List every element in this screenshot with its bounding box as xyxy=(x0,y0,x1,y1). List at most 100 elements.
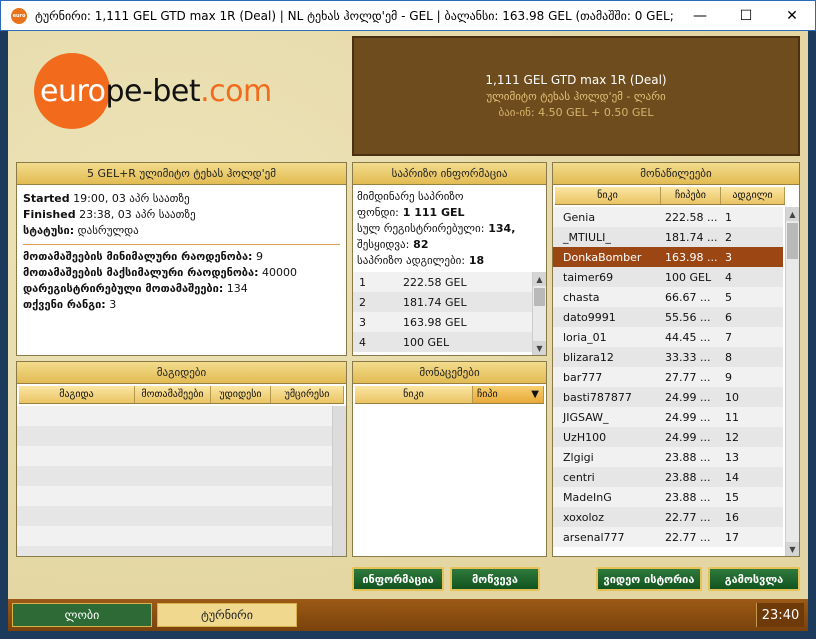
table-row[interactable] xyxy=(17,486,332,506)
rebuys-value: 82 xyxy=(409,238,429,251)
participant-row[interactable]: chasta 66.67 ... 5 xyxy=(553,287,783,307)
participant-place: 14 xyxy=(725,470,739,484)
participant-place: 8 xyxy=(725,350,732,364)
participant-chips: 23.88 ... xyxy=(665,490,711,504)
participant-chips: 22.77 ... xyxy=(665,530,711,544)
prize-row[interactable]: 3 163.98 GEL xyxy=(353,312,532,332)
col-table[interactable]: მაგიდა xyxy=(19,386,135,403)
info-button[interactable]: ინფორმაცია xyxy=(352,567,444,591)
col-smallest[interactable]: უმცირესი xyxy=(271,386,344,403)
prize-row[interactable]: 1 222.58 GEL xyxy=(353,272,532,292)
table-row[interactable] xyxy=(17,446,332,466)
participant-place: 10 xyxy=(725,390,739,404)
tables-panel: მაგიდები მაგიდა მოთამაშეები უდიდესი უმცი… xyxy=(16,361,347,557)
finished-line: Finished 23:38, 03 აპრ საათზე xyxy=(23,207,340,223)
table-row[interactable] xyxy=(17,426,332,446)
tab-lobby[interactable]: ლობი xyxy=(12,603,152,627)
info-panel-title: 5 GEL+R ულიმიტო ტეხას ჰოლდ'ემ xyxy=(17,163,346,185)
participant-name: bar777 xyxy=(563,370,603,384)
scroll-up-icon[interactable]: ▲ xyxy=(533,272,546,286)
participants-scroll-thumb[interactable] xyxy=(787,223,798,259)
prize-scrollbar[interactable]: ▲ ▼ xyxy=(532,272,546,355)
fund-value: 1 111 GEL xyxy=(398,206,465,219)
invite-button[interactable]: მოწვევა xyxy=(450,567,540,591)
participants-panel: მონაწილეები ნიკი ჩიპები ადგილი Genia 222.… xyxy=(552,162,800,557)
participant-place: 13 xyxy=(725,450,739,464)
prize-row[interactable]: 4 100 GEL xyxy=(353,332,532,352)
close-button[interactable]: ✕ xyxy=(769,1,815,31)
logo-text: europe-bet.com xyxy=(34,74,272,109)
table-data-panel-title: მონაცემები xyxy=(353,362,546,384)
col-chips[interactable]: ჩიპები xyxy=(661,187,721,204)
prize-amount: 100 GEL xyxy=(403,335,450,349)
col-nick[interactable]: ნიკი xyxy=(555,187,661,204)
registered-label: დარეგისტრირებული მოთამაშეები: xyxy=(23,282,224,295)
tables-scrollbar[interactable] xyxy=(332,406,346,556)
logo-part-pebet: pe-bet xyxy=(105,73,201,109)
logo-part-euro: euro xyxy=(40,73,106,109)
close-icon: ✕ xyxy=(786,8,798,24)
participant-name: arsenal777 xyxy=(563,530,625,544)
scroll-up-icon[interactable]: ▲ xyxy=(786,207,799,221)
minimize-button[interactable]: — xyxy=(677,1,723,31)
prize-row[interactable]: 2 181.74 GEL xyxy=(353,292,532,312)
participant-row[interactable]: loria_01 44.45 ... 7 xyxy=(553,327,783,347)
col-place[interactable]: ადგილი xyxy=(721,187,785,204)
participant-row[interactable]: centri 23.88 ... 14 xyxy=(553,467,783,487)
app-icon-label: euro xyxy=(12,12,26,19)
participant-row[interactable]: blizara12 33.33 ... 8 xyxy=(553,347,783,367)
participant-name: loria_01 xyxy=(563,330,607,344)
participants-list: Genia 222.58 ... 1 _MTIULI_ 181.74 ... 2 Donka… xyxy=(553,207,783,556)
participant-row[interactable]: taimer69 100 GEL 4 xyxy=(553,267,783,287)
participant-chips: 222.58 ... xyxy=(665,210,718,224)
leave-button[interactable]: გამოსვლა xyxy=(708,567,800,591)
participant-row[interactable]: Zlgigi 23.88 ... 13 xyxy=(553,447,783,467)
col-largest[interactable]: უდიდესი xyxy=(211,386,271,403)
participant-row[interactable]: xoxoloz 22.77 ... 16 xyxy=(553,507,783,527)
participant-row[interactable]: JIGSAW_ 24.99 ... 11 xyxy=(553,407,783,427)
participant-chips: 24.99 ... xyxy=(665,430,711,444)
participant-place: 16 xyxy=(725,510,739,524)
participant-chips: 66.67 ... xyxy=(665,290,711,304)
total-registered-label: სულ რეგისტრირებული: xyxy=(357,222,485,235)
scroll-down-icon[interactable]: ▼ xyxy=(533,341,546,355)
participant-row[interactable]: MadeInG 23.88 ... 15 xyxy=(553,487,783,507)
video-history-button[interactable]: ვიდეო ისტორია xyxy=(596,567,702,591)
table-row[interactable] xyxy=(17,526,332,546)
participant-chips: 33.33 ... xyxy=(665,350,711,364)
participant-name: centri xyxy=(563,470,595,484)
prize-scroll-thumb[interactable] xyxy=(534,288,545,306)
scroll-down-icon[interactable]: ▼ xyxy=(786,542,799,556)
maximize-button[interactable]: ☐ xyxy=(723,1,769,31)
col-seat-chips[interactable]: ჩიპი ▼ xyxy=(473,386,544,403)
table-row[interactable] xyxy=(17,406,332,426)
prize-places-label: საპრიზო ადგილები: xyxy=(357,254,466,267)
participant-row[interactable]: basti787877 24.99 ... 10 xyxy=(553,387,783,407)
prize-panel-title: საპრიზო ინფორმაცია xyxy=(353,163,546,185)
col-seat-nick[interactable]: ნიკი xyxy=(355,386,473,403)
tab-tournament[interactable]: ტურნირი xyxy=(157,603,297,627)
participant-row[interactable]: arsenal777 22.77 ... 17 xyxy=(553,527,783,547)
col-players[interactable]: მოთამაშეები xyxy=(135,386,211,403)
participant-row[interactable]: UzH100 24.99 ... 12 xyxy=(553,427,783,447)
participant-row[interactable]: DonkaBomber 163.98 ... 3 xyxy=(553,247,783,267)
participant-row[interactable]: bar777 27.77 ... 9 xyxy=(553,367,783,387)
participant-row[interactable]: Genia 222.58 ... 1 xyxy=(553,207,783,227)
participant-row[interactable]: _MTIULI_ 181.74 ... 2 xyxy=(553,227,783,247)
prize-place: 4 xyxy=(359,335,366,349)
maximize-icon: ☐ xyxy=(739,8,753,24)
table-row[interactable] xyxy=(17,506,332,526)
banner-game: ულიმიტო ტეხას ჰოლდ'ემ - ლარი xyxy=(486,90,666,103)
participant-name: Genia xyxy=(563,210,596,224)
participant-chips: 23.88 ... xyxy=(665,470,711,484)
participant-place: 9 xyxy=(725,370,732,384)
prize-info-panel: საპრიზო ინფორმაცია მიმდინარე საპრიზო ფონ… xyxy=(352,162,547,356)
prize-place: 3 xyxy=(359,315,366,329)
table-row[interactable] xyxy=(17,546,332,556)
tables-list xyxy=(17,406,332,556)
participants-scrollbar[interactable]: ▲ ▼ xyxy=(785,207,799,556)
finished-label: Finished xyxy=(23,208,76,221)
table-row[interactable] xyxy=(17,466,332,486)
participants-panel-title: მონაწილეები xyxy=(553,163,799,185)
participant-row[interactable]: dato9991 55.56 ... 6 xyxy=(553,307,783,327)
